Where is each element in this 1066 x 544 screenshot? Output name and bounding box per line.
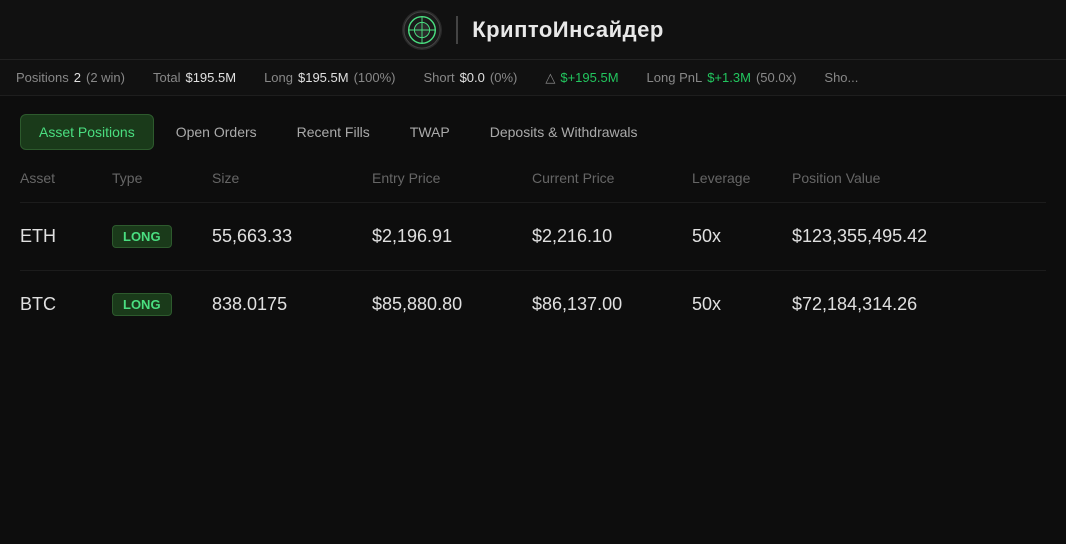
table-row: BTC LONG 838.0175 $85,880.80 $86,137.00 … [20, 271, 1046, 339]
cell-btc-leverage: 50x [680, 271, 780, 339]
ticker-long: Long $195.5M (100%) [264, 70, 395, 85]
positions-table-container: Asset Type Size Entry Price Current Pric… [0, 150, 1066, 338]
col-header-type: Type [100, 170, 200, 203]
cell-eth-asset: ETH [20, 203, 100, 271]
header: КриптоИнсайдер [0, 0, 1066, 60]
header-divider [456, 16, 458, 44]
logo [402, 10, 442, 50]
ticker-bar: Positions 2 (2 win) Total $195.5M Long $… [0, 60, 1066, 96]
cell-btc-size: 838.0175 [200, 271, 360, 339]
type-badge-btc: LONG [112, 293, 172, 316]
col-header-current-price: Current Price [520, 170, 680, 203]
cell-btc-entry-price: $85,880.80 [360, 271, 520, 339]
table-header-row: Asset Type Size Entry Price Current Pric… [20, 170, 1046, 203]
ticker-long-pnl: Long PnL $+1.3M (50.0x) [647, 70, 797, 85]
cell-btc-type: LONG [100, 271, 200, 339]
cell-eth-entry-price: $2,196.91 [360, 203, 520, 271]
type-badge-eth: LONG [112, 225, 172, 248]
ticker-delta: △ $+195.5M [545, 70, 618, 86]
cell-eth-type: LONG [100, 203, 200, 271]
cell-eth-size: 55,663.33 [200, 203, 360, 271]
table-row: ETH LONG 55,663.33 $2,196.91 $2,216.10 5… [20, 203, 1046, 271]
tab-twap[interactable]: TWAP [392, 115, 468, 149]
positions-table: Asset Type Size Entry Price Current Pric… [20, 170, 1046, 338]
col-header-size: Size [200, 170, 360, 203]
cell-eth-current-price: $2,216.10 [520, 203, 680, 271]
tab-asset-positions[interactable]: Asset Positions [20, 114, 154, 150]
col-header-position-value: Position Value [780, 170, 1046, 203]
cell-btc-position-value: $72,184,314.26 [780, 271, 1046, 339]
ticker-positions: Positions 2 (2 win) [16, 70, 125, 85]
app-title: КриптоИнсайдер [472, 17, 664, 43]
cell-eth-leverage: 50x [680, 203, 780, 271]
ticker-short-pnl: Sho... [824, 70, 858, 85]
tab-recent-fills[interactable]: Recent Fills [279, 115, 388, 149]
col-header-asset: Asset [20, 170, 100, 203]
tab-open-orders[interactable]: Open Orders [158, 115, 275, 149]
col-header-entry-price: Entry Price [360, 170, 520, 203]
cell-btc-current-price: $86,137.00 [520, 271, 680, 339]
cell-btc-asset: BTC [20, 271, 100, 339]
tab-navigation: Asset Positions Open Orders Recent Fills… [0, 96, 1066, 150]
ticker-short: Short $0.0 (0%) [424, 70, 518, 85]
cell-eth-position-value: $123,355,495.42 [780, 203, 1046, 271]
col-header-leverage: Leverage [680, 170, 780, 203]
ticker-total: Total $195.5M [153, 70, 236, 85]
tab-deposits-withdrawals[interactable]: Deposits & Withdrawals [472, 115, 656, 149]
